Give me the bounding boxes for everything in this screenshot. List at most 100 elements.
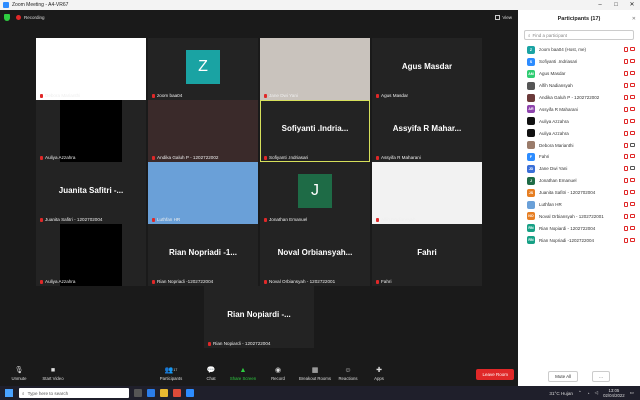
mic-muted-icon xyxy=(624,95,628,100)
participant-row[interactable]: S Sofiyanti .Indriasari xyxy=(518,56,640,68)
tile-display-name: Rian Nopriadi -1... xyxy=(168,248,237,257)
weather-text[interactable]: 31°C Hujan xyxy=(549,391,573,396)
minimize-icon[interactable]: – xyxy=(592,0,608,10)
taskbar-search-placeholder: Type here to search xyxy=(27,390,69,396)
participant-row[interactable]: NO Noval Orbiansyah - 1202722001 xyxy=(518,210,640,222)
tray-chevron-icon[interactable]: ⌃ xyxy=(578,390,582,396)
video-tile[interactable]: Noval Orbiansyah... Noval Orbiansyah - 12… xyxy=(260,224,370,286)
participant-search-input[interactable]: ⌕ Find a participant xyxy=(524,30,634,40)
participant-row[interactable]: RN Rian Nopiardi - 1202722004 xyxy=(518,222,640,234)
shield-icon[interactable] xyxy=(4,13,10,21)
mute-all-button[interactable]: Mute All xyxy=(548,371,579,382)
tile-participant-name: Debora Marianthi xyxy=(45,93,81,98)
participant-row[interactable]: Auliya Azzahra xyxy=(518,115,640,127)
window-title: Zoom Meeting - A4-VR67 xyxy=(12,2,69,8)
video-tile[interactable]: Andika Galuh P - 1202722002 xyxy=(148,100,258,162)
mic-muted-icon xyxy=(152,217,155,222)
record-button[interactable]: ◉ Record xyxy=(261,366,295,381)
close-icon[interactable]: ✕ xyxy=(624,0,640,10)
video-off-icon xyxy=(630,95,635,99)
participant-row[interactable]: Alfih Nadiansyah xyxy=(518,80,640,92)
participant-row[interactable]: RN Rian Nopriadi -1202722004 xyxy=(518,234,640,246)
chat-button[interactable]: 💬 Chat xyxy=(194,366,228,381)
record-label: Record xyxy=(271,376,285,381)
tile-name-label: Auliya Azzahra xyxy=(40,279,75,284)
participant-row[interactable]: Luthfan HR xyxy=(518,199,640,211)
more-button[interactable]: ... xyxy=(592,371,610,382)
video-tile[interactable]: Jane Dwi Yani xyxy=(260,38,370,100)
breakout-rooms-button[interactable]: ▦ Breakout Rooms xyxy=(295,366,335,381)
taskbar-search-input[interactable]: ⌕ Type here to search xyxy=(19,388,129,398)
share-screen-icon: ▲ xyxy=(239,366,247,374)
apps-button[interactable]: ✚ Apps xyxy=(362,366,396,381)
view-button[interactable]: View xyxy=(495,14,512,20)
video-tile[interactable]: Luthfan HR xyxy=(148,162,258,224)
video-tile[interactable]: Agus Masdar Agus Masdar xyxy=(372,38,482,100)
video-tile[interactable]: J Jonathan Emanuel xyxy=(260,162,370,224)
video-tile[interactable]: Assyifa R Mahar... Assyifa R Maharani xyxy=(372,100,482,162)
black-video xyxy=(60,224,122,286)
start-video-button[interactable]: ■ Start Video xyxy=(36,366,70,382)
video-tile[interactable]: Juanita Safitri -... Juanita Safitri - 12… xyxy=(36,162,146,224)
tile-participant-name: zoom baa04 xyxy=(157,93,183,98)
mic-muted-icon xyxy=(376,155,379,160)
mic-muted-icon xyxy=(264,279,267,284)
participant-row[interactable]: JD Jane Dwi Yani xyxy=(518,163,640,175)
windows-start-icon[interactable] xyxy=(5,389,13,397)
video-tile[interactable]: Zzoom baa04 xyxy=(148,38,258,100)
video-off-icon xyxy=(630,59,635,64)
participant-name: Debora Marianthi xyxy=(539,142,574,148)
share-screen-button[interactable]: ▲ Share Screen xyxy=(226,366,260,382)
mic-muted-icon xyxy=(624,237,628,243)
mic-muted-icon xyxy=(624,213,628,219)
file-explorer-icon[interactable] xyxy=(160,389,168,397)
unmute-button[interactable]: 🎙 Unmute xyxy=(2,366,36,381)
participant-avatar: RN xyxy=(527,224,535,233)
task-view-icon[interactable] xyxy=(134,389,142,397)
wifi-icon[interactable]: ◔ xyxy=(587,391,590,396)
participant-avatar: AM xyxy=(527,69,535,78)
window-titlebar: Zoom Meeting - A4-VR67 – □ ✕ xyxy=(0,0,640,10)
tile-name-label: Andika Galuh P - 1202722002 xyxy=(152,155,218,160)
tile-display-name: Assyifa R Mahar... xyxy=(392,124,462,133)
tile-display-name: Sofiyanti .Indria... xyxy=(281,124,349,133)
taskbar-clock[interactable]: 13:05 02/04/2022 xyxy=(603,388,625,398)
video-tile[interactable]: Fahri Fahri xyxy=(372,224,482,286)
video-tile[interactable]: Debora Marianthi xyxy=(36,38,146,100)
participant-row[interactable]: Debora Marianthi xyxy=(518,139,640,151)
edge-icon[interactable] xyxy=(147,389,155,397)
tile-participant-name: Agus Masdar xyxy=(381,93,409,98)
participant-avatar: Z xyxy=(186,50,220,84)
mic-muted-icon xyxy=(264,155,267,160)
participant-avatar: F xyxy=(527,152,535,161)
participant-row[interactable]: F Fahri xyxy=(518,151,640,163)
video-tile[interactable]: Auliya Azzahra xyxy=(36,100,146,162)
participant-row[interactable]: AM Agus Masdar xyxy=(518,68,640,80)
video-tile[interactable]: Sofiyanti .Indria... Sofiyanti .Indriasar… xyxy=(260,100,370,162)
reactions-button[interactable]: ☺ Reactions xyxy=(331,366,365,382)
zoom-taskbar-icon[interactable] xyxy=(186,389,194,397)
leave-room-button[interactable]: Leave Room xyxy=(476,369,514,380)
video-off-icon xyxy=(630,237,635,242)
panel-close-icon[interactable]: ✕ xyxy=(632,16,636,22)
notification-icon[interactable]: ▭ xyxy=(630,390,634,396)
participant-row[interactable]: JS Juanita Safitri - 1202702004 xyxy=(518,187,640,199)
participant-row[interactable]: Andika Galuh P - 1202722002 xyxy=(518,92,640,104)
speaker-icon[interactable]: ◁ xyxy=(595,390,599,396)
maximize-icon[interactable]: □ xyxy=(608,0,624,10)
video-tile[interactable]: Rian Nopriadi -1... Rian Nopriadi -120272… xyxy=(148,224,258,286)
breakout-rooms-label: Breakout Rooms xyxy=(298,376,331,381)
video-tile[interactable]: Alfih Nadiansyah xyxy=(372,162,482,224)
view-label: View xyxy=(502,14,512,20)
participant-row[interactable]: J Jonathan Emanuel xyxy=(518,175,640,187)
participant-row[interactable]: AR Assyifa R Maharani xyxy=(518,103,640,115)
participant-row[interactable]: Auliya Azzahra xyxy=(518,127,640,139)
tile-name-label: Agus Masdar xyxy=(376,93,408,98)
tile-name-label: Auliya Azzahra xyxy=(40,155,75,160)
video-tile[interactable]: Auliya Azzahra xyxy=(36,224,146,286)
participant-row[interactable]: Zzoom baa04 (Host, me) xyxy=(518,44,640,56)
participants-button[interactable]: 👥 17 Participants xyxy=(154,366,188,381)
video-tile[interactable]: Rian Nopiardi -... Rian Nopiardi - 120272… xyxy=(204,286,314,348)
mic-muted-icon xyxy=(152,93,155,98)
chrome-icon[interactable] xyxy=(173,389,181,397)
